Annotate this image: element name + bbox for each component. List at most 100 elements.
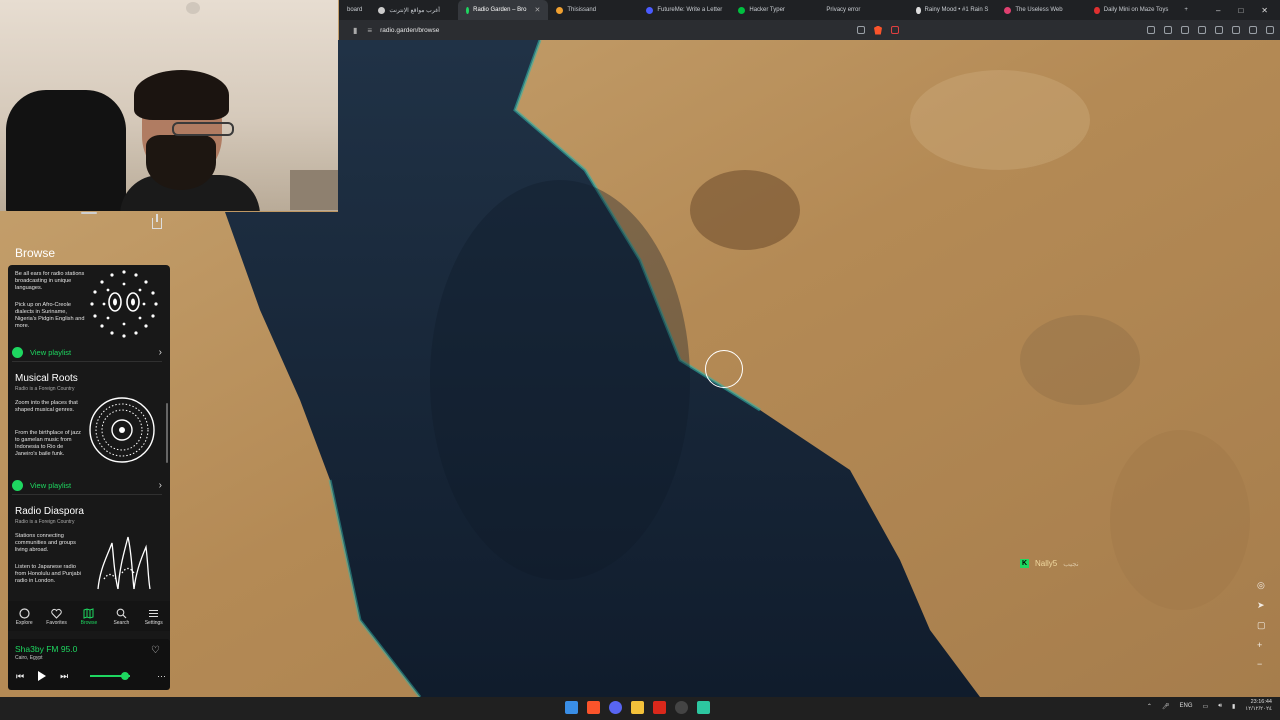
play-icon[interactable]	[38, 671, 47, 681]
previous-icon[interactable]: ⏮	[16, 671, 24, 682]
chair	[6, 90, 126, 211]
tray-chevron-icon[interactable]: ⌃	[1147, 703, 1152, 710]
search-icon	[116, 606, 127, 619]
sidebar-toggle-icon[interactable]	[1164, 26, 1172, 34]
tab-item-active[interactable]: Radio Garden – Bro ✕	[458, 0, 549, 20]
view-playlist-button[interactable]: View playlist ›	[12, 478, 162, 492]
system-tray: ⌃ 🎤︎ ENG ▭ 🔊︎ ▮ 23:16:44 ١٢/١٢/٢٠٢٤	[1147, 699, 1272, 713]
share-icon[interactable]	[152, 214, 162, 229]
close-tab-icon[interactable]: ✕	[534, 6, 540, 14]
locate-icon[interactable]: ➤	[1257, 600, 1266, 611]
clock-time: 23:16:44	[1250, 699, 1272, 705]
network-icon[interactable]: ▭	[1203, 703, 1209, 710]
tab-item[interactable]: Thisissand	[548, 0, 638, 20]
station-name[interactable]: Sha3by FM 95.0	[15, 644, 77, 654]
menu-icon[interactable]	[1266, 26, 1274, 34]
station-marker-label: Nally5	[1035, 559, 1058, 568]
more-options-icon[interactable]: ⋯	[157, 671, 166, 682]
streamer	[120, 70, 260, 211]
microphone-icon[interactable]: 🎤︎	[1162, 703, 1170, 710]
card-text: Zoom into the places that shaped musical…	[15, 400, 78, 413]
language-indicator[interactable]: ENG	[1180, 703, 1193, 709]
tab-item[interactable]: The Useless Web	[996, 0, 1086, 20]
card-text: Stations connecting communities and grou…	[15, 533, 76, 553]
maximize-icon[interactable]: □	[1238, 6, 1243, 15]
now-playing-bar[interactable]: Sha3by FM 95.0 Cairo, Egypt ♡ ⏮ ⏭ ⋯	[8, 639, 170, 690]
tab-label: Hacker Typer	[749, 7, 785, 13]
brave-shields-icon[interactable]	[874, 25, 882, 35]
browse-list[interactable]: Be all ears for radio stations broadcast…	[8, 265, 170, 652]
heart-icon	[51, 606, 62, 619]
webcam-overlay	[0, 0, 338, 211]
close-window-icon[interactable]: ✕	[1261, 6, 1268, 15]
discord-icon[interactable]	[609, 701, 622, 714]
tab-label: Radio Garden – Bro	[473, 7, 527, 13]
battery-icon[interactable]: ▮	[1232, 703, 1235, 710]
scrollbar[interactable]	[166, 403, 168, 463]
volume-icon[interactable]: 🔊︎	[1218, 703, 1222, 710]
tab-item[interactable]: Daily Mini on Maze Toys	[1086, 0, 1176, 20]
tab-item[interactable]: أغرب مواقع الإنترنت	[370, 0, 458, 20]
station-marker[interactable]: K Nally5 نجيب	[1020, 559, 1079, 568]
vpn-icon[interactable]	[1249, 26, 1257, 34]
tab-item[interactable]: Privacy error	[818, 0, 908, 20]
minimize-icon[interactable]: –	[1216, 6, 1220, 15]
new-tab-icon[interactable]: +	[1176, 0, 1196, 20]
map-icon	[83, 606, 94, 619]
tab-item[interactable]: FutureMe: Write a Letter	[638, 0, 730, 20]
view-playlist-label: View playlist	[30, 480, 72, 490]
zoom-out-icon[interactable]: −	[1257, 659, 1266, 669]
favicon-icon	[1004, 6, 1012, 14]
tab-label: board	[347, 7, 363, 13]
url-field[interactable]: radio.garden/browse	[380, 27, 439, 34]
music-icon[interactable]	[1181, 26, 1189, 34]
nav-explore[interactable]: Explore	[8, 606, 40, 626]
volume-slider[interactable]	[90, 672, 131, 680]
globe-icon[interactable]: ◎	[1257, 580, 1266, 591]
browse-card[interactable]: Be all ears for radio stations broadcast…	[8, 265, 166, 362]
nav-label: Search	[113, 620, 130, 626]
nav-search[interactable]: Search	[105, 606, 137, 626]
menu-icon	[148, 606, 159, 618]
card-text: From the birthplace of jazz to gamelan m…	[15, 430, 81, 457]
extensions-icon[interactable]	[1147, 26, 1155, 34]
station-location: Cairo, Egypt	[15, 655, 43, 661]
tab-label: Privacy error	[826, 7, 861, 13]
nav-settings[interactable]: Settings	[138, 606, 170, 626]
view-playlist-button[interactable]: View playlist ›	[12, 345, 162, 359]
share-page-icon[interactable]	[857, 26, 865, 34]
windows-start-icon[interactable]	[565, 701, 578, 714]
split-view-icon[interactable]	[1198, 26, 1206, 34]
nav-browse[interactable]: Browse	[73, 606, 105, 626]
station-badge-icon: K	[1020, 559, 1029, 568]
clock-date: ١٢/١٢/٢٠٢٤	[1245, 706, 1272, 712]
clock[interactable]: 23:16:44 ١٢/١٢/٢٠٢٤	[1245, 699, 1272, 713]
chevron-right-icon: ›	[158, 346, 162, 358]
tab-item[interactable]: Rainy Mood • #1 Rain S	[908, 0, 996, 20]
volume-thumb[interactable]	[121, 672, 130, 680]
site-info-icon[interactable]: ≡	[367, 26, 372, 35]
favorite-heart-icon[interactable]: ♡	[151, 645, 160, 656]
browse-card[interactable]: Musical Roots Radio is a Foreign Country…	[8, 373, 166, 498]
app-icon[interactable]	[697, 701, 710, 714]
acrobat-icon[interactable]	[653, 701, 666, 714]
brave-browser-icon[interactable]	[587, 701, 600, 714]
layers-icon[interactable]: ▢	[1257, 620, 1266, 631]
tab-item[interactable]: board	[339, 0, 370, 20]
wallet-icon[interactable]	[1215, 26, 1223, 34]
rewards-icon[interactable]	[891, 26, 899, 34]
file-explorer-icon[interactable]	[631, 701, 644, 714]
hands-illustration	[88, 529, 156, 597]
bookmark-icon[interactable]: ▮	[353, 26, 357, 35]
nav-favorites[interactable]: Favorites	[41, 606, 73, 626]
tab-item[interactable]: Hacker Typer	[730, 0, 818, 20]
taskbar-apps	[565, 701, 710, 714]
obs-icon[interactable]	[675, 701, 688, 714]
zoom-in-icon[interactable]: +	[1257, 640, 1266, 650]
taskbar: ⌃ 🎤︎ ENG ▭ 🔊︎ ▮ 23:16:44 ١٢/١٢/٢٠٢٤	[0, 697, 1280, 720]
leo-icon[interactable]	[1232, 26, 1240, 34]
playlist-icon	[12, 346, 23, 358]
browse-card[interactable]: Radio Diaspora Radio is a Foreign Countr…	[8, 506, 166, 606]
drag-handle[interactable]	[81, 212, 97, 214]
next-icon[interactable]: ⏭	[60, 671, 68, 682]
